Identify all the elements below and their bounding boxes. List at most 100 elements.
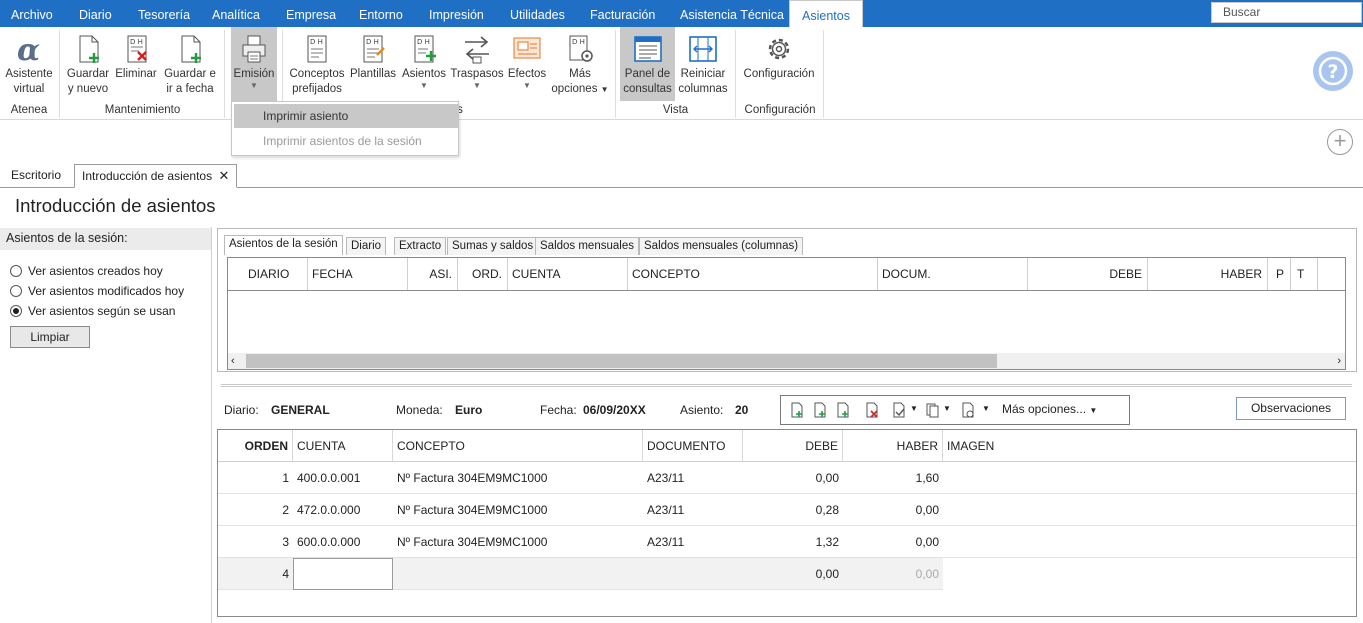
- plantillas-button[interactable]: D H Plantillas: [348, 27, 398, 101]
- menu-tab-facturacion[interactable]: Facturación: [590, 0, 655, 27]
- col-header-asi[interactable]: ASI.: [408, 258, 458, 290]
- col-header-debe[interactable]: DEBE: [743, 430, 843, 462]
- col-header-docum[interactable]: DOCUM.: [878, 258, 1028, 290]
- mas-opciones-button[interactable]: D H Más opciones ▼: [550, 27, 610, 101]
- menu-tab-asientos[interactable]: Asientos: [789, 0, 863, 28]
- radio-circle: [10, 285, 22, 297]
- menu-tab-diario[interactable]: Diario: [79, 0, 112, 27]
- new-document-icon: [79, 35, 99, 63]
- menu-tab-impresion[interactable]: Impresión: [429, 0, 484, 27]
- col-header-debe[interactable]: DEBE: [1028, 258, 1148, 290]
- help-button[interactable]: ?: [1313, 51, 1353, 91]
- col-header-diario[interactable]: DIARIO: [228, 258, 308, 290]
- page-title: Introducción de asientos: [15, 195, 216, 216]
- asiento-label: Asiento:: [680, 403, 724, 417]
- check-line-icon[interactable]: [892, 402, 906, 418]
- col-header-concepto[interactable]: CONCEPTO: [628, 258, 878, 290]
- diario-value: GENERAL: [271, 403, 330, 417]
- question-icon: ?: [1318, 56, 1348, 86]
- traspasos-button[interactable]: Traspasos ▼: [450, 27, 504, 101]
- menu-tab-archivo[interactable]: Archivo: [11, 0, 53, 27]
- menu-tab-analitica[interactable]: Analítica: [212, 0, 260, 27]
- col-header-cuenta[interactable]: CUENTA: [508, 258, 628, 290]
- delete-line-icon[interactable]: [865, 402, 879, 418]
- new-document-icon: [181, 35, 201, 63]
- col-header-imagen[interactable]: IMAGEN: [943, 430, 1355, 462]
- asistente-virtual-button[interactable]: α Asistente virtual: [2, 27, 56, 101]
- group-label-atenea: Atenea: [10, 104, 48, 116]
- menu-tab-utilidades[interactable]: Utilidades: [510, 0, 565, 27]
- insert-line-icon[interactable]: [790, 402, 804, 418]
- menu-item-imprimir-asiento[interactable]: Imprimir asiento: [234, 104, 458, 128]
- table-row-new[interactable]: 4 0,00 0,00: [218, 558, 943, 590]
- chevron-down-icon[interactable]: ▼: [943, 404, 951, 413]
- col-header-p[interactable]: P: [1268, 258, 1291, 290]
- col-header-haber[interactable]: HABER: [843, 430, 943, 462]
- guardar-ir-fecha-button[interactable]: Guardar e ir a fecha: [161, 27, 219, 101]
- append-line-icon[interactable]: [836, 402, 850, 418]
- col-header-documento[interactable]: DOCUMENTO: [643, 430, 743, 462]
- tab-asientos-sesion[interactable]: Asientos de la sesión: [224, 235, 343, 255]
- copy-line-icon[interactable]: [925, 402, 939, 418]
- chevron-down-icon: ▼: [473, 81, 481, 90]
- radio-circle: [10, 265, 22, 277]
- add-tab-button[interactable]: +: [1327, 129, 1353, 155]
- tab-introduccion-asientos[interactable]: Introducción de asientos ✕: [74, 164, 238, 188]
- mas-opciones-dropdown[interactable]: Más opciones... ▼: [1002, 402, 1097, 416]
- group-label-vista: Vista: [662, 104, 689, 116]
- new-entry-icon: D H: [414, 35, 436, 63]
- col-header-ord[interactable]: ORD.: [458, 258, 508, 290]
- table-row[interactable]: 3 600.0.0.000 Nº Factura 304EM9MC1000 A2…: [218, 526, 1356, 558]
- tab-saldos-mensuales-columnas[interactable]: Saldos mensuales (columnas): [639, 237, 804, 255]
- asientos-button[interactable]: D H Asientos ▼: [400, 27, 448, 101]
- table-row[interactable]: 1 400.0.0.001 Nº Factura 304EM9MC1000 A2…: [218, 462, 1356, 494]
- table-row[interactable]: 2 472.0.0.000 Nº Factura 304EM9MC1000 A2…: [218, 494, 1356, 526]
- tab-escritorio[interactable]: Escritorio: [4, 164, 68, 188]
- emision-button[interactable]: Emisión ▼: [231, 27, 277, 101]
- moneda-label: Moneda:: [396, 403, 443, 417]
- eliminar-button[interactable]: D H Eliminar: [113, 27, 159, 101]
- col-header-fecha[interactable]: FECHA: [308, 258, 408, 290]
- configuracion-button[interactable]: Configuración: [740, 27, 818, 101]
- limpiar-button[interactable]: Limpiar: [10, 326, 90, 348]
- radio-creados-hoy[interactable]: Ver asientos creados hoy: [10, 263, 210, 279]
- col-header-t[interactable]: T: [1291, 258, 1318, 290]
- tab-extracto[interactable]: Extracto: [394, 237, 447, 255]
- tab-sumas-saldos[interactable]: Sumas y saldos: [447, 237, 539, 255]
- guardar-nuevo-button[interactable]: Guardar y nuevo: [64, 27, 112, 101]
- delete-document-icon: D H: [127, 35, 147, 63]
- radio-modificados-hoy[interactable]: Ver asientos modificados hoy: [10, 283, 210, 299]
- chevron-down-icon[interactable]: ▼: [910, 404, 918, 413]
- add-line-icon[interactable]: [813, 402, 827, 418]
- menu-item-imprimir-sesion[interactable]: Imprimir asientos de la sesión: [234, 129, 458, 153]
- document-settings-icon[interactable]: [961, 402, 975, 418]
- cuenta-input[interactable]: [293, 558, 393, 590]
- chevron-down-icon: ▼: [523, 81, 531, 90]
- search-input[interactable]: Buscar: [1211, 2, 1362, 23]
- scroll-left-icon[interactable]: ‹: [231, 353, 235, 369]
- svg-text:D H: D H: [366, 38, 379, 46]
- radio-segun-se-usan[interactable]: Ver asientos según se usan: [10, 303, 210, 319]
- observaciones-button[interactable]: Observaciones: [1236, 397, 1346, 420]
- group-label-configuracion: Configuración: [744, 104, 816, 116]
- col-header-concepto[interactable]: CONCEPTO: [393, 430, 643, 462]
- col-header-orden[interactable]: ORDEN: [218, 430, 293, 462]
- conceptos-prefijados-button[interactable]: D H Conceptos prefijados: [286, 27, 348, 101]
- plus-icon: +: [1333, 128, 1347, 153]
- panel-consultas-button[interactable]: Panel de consultas: [620, 27, 675, 101]
- menu-tab-empresa[interactable]: Empresa: [286, 0, 336, 27]
- scroll-right-icon[interactable]: ›: [1337, 353, 1341, 369]
- document-dh-icon: D H: [307, 35, 327, 63]
- menu-tab-tesoreria[interactable]: Tesorería: [138, 0, 190, 27]
- menu-tab-entorno[interactable]: Entorno: [359, 0, 403, 27]
- chevron-down-icon[interactable]: ▼: [982, 404, 990, 413]
- efectos-button[interactable]: Efectos ▼: [505, 27, 549, 101]
- close-icon[interactable]: ✕: [218, 168, 229, 183]
- menu-tab-asistencia[interactable]: Asistencia Técnica: [680, 0, 784, 27]
- scrollbar-thumb[interactable]: [246, 354, 997, 368]
- tab-diario[interactable]: Diario: [346, 237, 387, 255]
- col-header-cuenta[interactable]: CUENTA: [293, 430, 393, 462]
- reiniciar-columnas-button[interactable]: Reiniciar columnas: [677, 27, 729, 101]
- col-header-haber[interactable]: HABER: [1148, 258, 1268, 290]
- tab-saldos-mensuales[interactable]: Saldos mensuales: [535, 237, 639, 255]
